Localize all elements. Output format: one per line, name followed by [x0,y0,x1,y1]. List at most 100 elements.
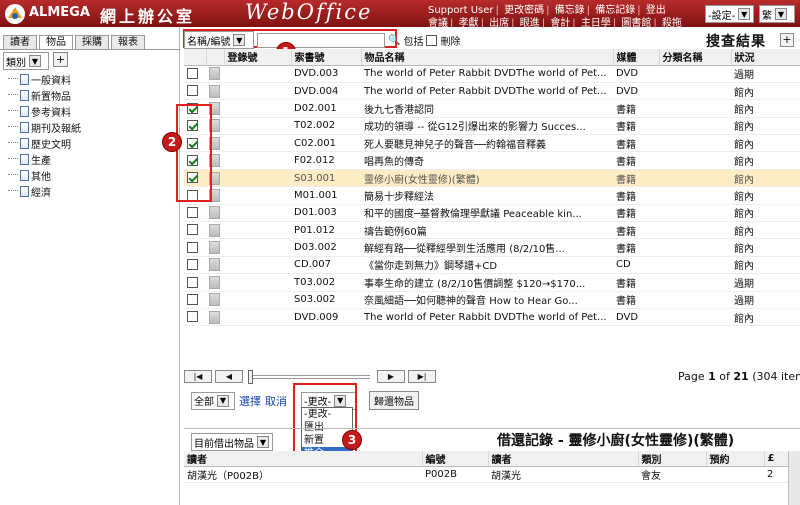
cell-item-name[interactable]: 《當你走到無力》鋼琴譜+CD [361,256,613,275]
cell-item-name[interactable]: 和平的國度─基督教倫理學獻議 Peaceable kin... [361,204,613,223]
table-header: 登錄號 索書號 物品名稱 媒體 分類名稱 狀況 [184,49,800,66]
search-input[interactable] [257,32,385,48]
cell-checkbox[interactable] [184,256,206,275]
chevron-down-icon: ▼ [233,34,246,46]
return-items-button[interactable]: 歸還物品 [369,391,419,410]
tab-purchasing[interactable]: 採購 [75,35,109,50]
cell-item-name[interactable]: 後九七香港認同 [361,99,613,118]
search-result-title: 搜查結果 [706,34,766,50]
logo-text: ALMEGA [29,5,90,20]
row-checkbox[interactable] [187,311,198,323]
cell-checkbox[interactable] [184,308,206,327]
cell-checkbox[interactable] [184,65,206,83]
search-icon[interactable]: 🔍 [388,35,400,46]
table-row[interactable]: T02.002 成功的領導 -- 從G12引爆出來的影響力 Succes... 書籍… [184,117,800,136]
include-deleted-checkbox[interactable] [426,34,438,46]
settings-select[interactable]: -設定- ▼ [705,5,754,23]
cell-checkbox[interactable] [184,238,206,257]
select-link[interactable]: 選擇 [239,393,261,409]
add-category-button[interactable]: + [53,52,68,67]
sidebar-item-other[interactable]: 其他 [8,168,51,183]
first-page-button[interactable]: |◀ [184,370,212,383]
cell-item-name[interactable]: 解經有路──從釋經學到生活應用 (8/2/10售... [361,238,613,257]
cell-item-name[interactable]: The world of Peter Rabbit DVDThe world o… [361,65,613,83]
table-row[interactable]: D01.003 和平的國度─基督教倫理學獻議 Peaceable kin... 書籍… [184,204,800,223]
chevron-down-icon: ▼ [217,394,229,407]
cell-item-name[interactable]: 簡易十步釋經法 [361,186,613,205]
cell-item-name[interactable]: 唱再魚的傳奇 [361,151,613,170]
last-page-button[interactable]: ▶| [408,370,436,383]
table-row[interactable]: T03.002 事奉生命的建立 (8/2/10售價調整 $120→$170... 書… [184,273,800,292]
cell-checkbox[interactable] [184,291,206,309]
table-row[interactable]: DVD.003 The world of Peter Rabbit DVDThe … [184,65,800,83]
sidebar-item-production[interactable]: 生產 [8,152,51,167]
table-row[interactable]: DVD.009 The world of Peter Rabbit DVDThe … [184,308,800,327]
table-row[interactable]: D03.002 解經有路──從釋經學到生活應用 (8/2/10售... 書籍 館內 [184,238,800,257]
cell-call-number: S03.002 [291,291,361,309]
cancel-link[interactable]: 取消 [265,393,287,409]
cell-item-name[interactable]: 成功的領導 -- 從G12引爆出來的影響力 Succes... [361,117,613,136]
cell-checkbox[interactable] [184,204,206,223]
table-row[interactable]: F02.012 唱再魚的傳奇 書籍 館內 [184,151,800,170]
loan-filter-select[interactable]: 目前借出物品 ▼ [191,433,273,451]
col-thumb [206,49,225,66]
col-category[interactable]: 分類名稱 [659,49,732,66]
col-item-name[interactable]: 物品名稱 [361,49,614,66]
row-checkbox[interactable] [187,276,198,288]
loan-scrollbar[interactable] [788,451,800,505]
cell-checkbox[interactable] [184,273,206,292]
tab-readers[interactable]: 讀者 [3,35,37,50]
add-result-button[interactable]: + [780,33,794,47]
table-row[interactable]: C02.001 死人要聽見神兒子的聲音──約翰福音釋義 書籍 館內 [184,134,800,153]
table-row[interactable]: P01.012 禱告範例60篇 書籍 館內 [184,221,800,240]
scope-select[interactable]: 全部 ▼ [191,391,235,410]
cell-checkbox[interactable] [184,221,206,240]
sidebar-item-history[interactable]: 歷史文明 [8,136,71,151]
row-checkbox[interactable] [187,259,198,271]
cell-item-name[interactable]: 死人要聽見神兒子的聲音──約翰福音釋義 [361,134,613,153]
sidebar-item-general[interactable]: 一般資料 [8,72,71,87]
row-checkbox[interactable] [187,85,198,97]
sidebar-item-economics[interactable]: 經濟 [8,184,51,199]
next-page-button[interactable]: ▶ [377,370,405,383]
tab-reports[interactable]: 報表 [111,35,145,50]
cell-checkbox[interactable] [184,82,206,101]
prev-page-button[interactable]: ◀ [215,370,243,383]
col-media[interactable]: 媒體 [613,49,660,66]
page-slider[interactable] [248,369,370,384]
col-registration[interactable]: 登錄號 [224,49,292,66]
cell-item-name[interactable]: 禱告範例60篇 [361,221,613,240]
tab-items[interactable]: 物品 [39,35,73,50]
sidebar-item-reference[interactable]: 參考資料 [8,104,71,119]
table-row[interactable]: CD.007 《當你走到無力》鋼琴譜+CD CD 館內 [184,256,800,275]
sidebar-item-periodicals[interactable]: 期刊及報紙 [8,120,81,135]
col-call-number[interactable]: 索書號 [291,49,362,66]
row-checkbox[interactable] [187,224,198,236]
category-select[interactable]: 類別 ▼ [3,52,49,70]
row-checkbox[interactable] [187,67,198,79]
results-table: 登錄號 索書號 物品名稱 媒體 分類名稱 狀況 DVD.003 The world… [184,49,800,359]
table-row[interactable]: S03.001 靈修小廚(女性靈修)(繁體) 書籍 館內 [184,169,800,188]
row-checkbox[interactable] [187,241,198,253]
language-select[interactable]: 繁 ▼ [759,5,795,23]
cell-item-name[interactable]: 奈風細語──如何聽神的聲音 How to Hear Go... [361,291,613,309]
cell-media: 書籍 [613,151,659,170]
table-row[interactable]: DVD.004 The world of Peter Rabbit DVDThe … [184,82,800,101]
cell-item-name[interactable]: 靈修小廚(女性靈修)(繁體) [361,169,613,188]
table-row[interactable]: D02.001 後九七香港認同 書籍 館內 [184,99,800,118]
cell-item-name[interactable]: 事奉生命的建立 (8/2/10售價調整 $120→$170... [361,273,613,292]
table-row[interactable]: M01.001 簡易十步釋經法 書籍 館內 [184,186,800,205]
table-row[interactable]: S03.002 奈風細語──如何聽神的聲音 How to Hear Go... 書籍… [184,291,800,309]
sidebar-item-new[interactable]: 新置物品 [8,88,71,103]
deleted-label: 刪除 [440,36,461,48]
row-checkbox[interactable] [187,207,198,219]
col-status[interactable]: 狀況 [731,49,800,66]
loan-history-title: 借還記錄 - 靈修小廚(女性靈修)(繁體) [497,433,735,449]
search-field-select[interactable]: 名稱/編號 ▼ [184,31,254,49]
dropdown-option-change[interactable]: -更改- [302,408,352,421]
slider-handle[interactable] [248,369,253,384]
row-checkbox[interactable] [187,294,198,306]
cell-item-name[interactable]: The world of Peter Rabbit DVDThe world o… [361,308,613,327]
table-row[interactable]: 胡漢光（P002B） P002B 胡漢光 會友 2 [184,466,788,483]
cell-item-name[interactable]: The world of Peter Rabbit DVDThe world o… [361,82,613,101]
